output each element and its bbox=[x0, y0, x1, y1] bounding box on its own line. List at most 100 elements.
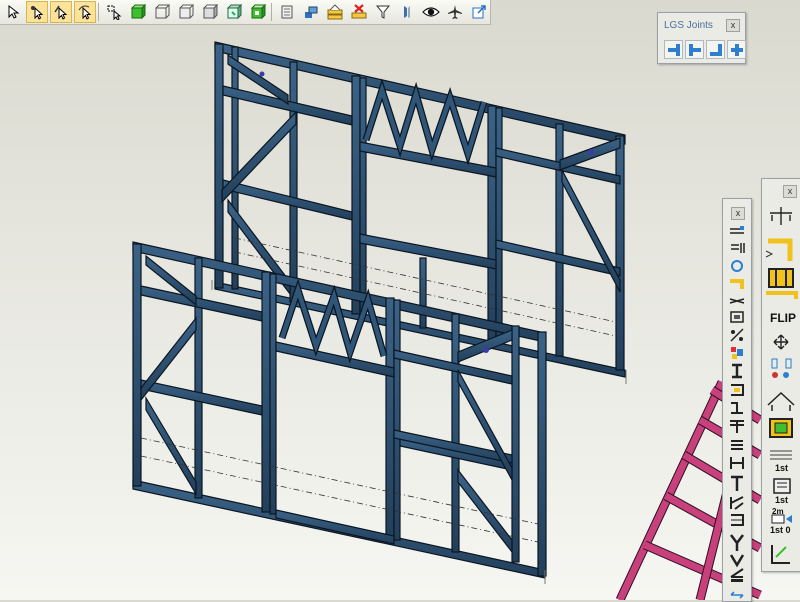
tool-slope-icon[interactable] bbox=[730, 496, 744, 510]
airplane-icon bbox=[448, 5, 462, 19]
layer-icon bbox=[281, 5, 293, 19]
tool-swap-icon[interactable] bbox=[771, 358, 792, 378]
joint-t-left-icon bbox=[667, 43, 680, 56]
select-point-icon bbox=[31, 6, 44, 20]
tool-rotate-icon[interactable] bbox=[731, 260, 743, 272]
select-arrow-button[interactable] bbox=[2, 1, 24, 23]
shaded-view-button[interactable] bbox=[199, 1, 221, 23]
tool-colored-joint-icon[interactable] bbox=[731, 347, 743, 359]
layer-button[interactable] bbox=[276, 1, 298, 23]
joint-t-left-button[interactable] bbox=[664, 40, 683, 59]
framing-tools-panel: x bbox=[722, 198, 752, 602]
tool-angle-insert-icon[interactable] bbox=[730, 568, 744, 582]
box-view-icon bbox=[250, 4, 266, 20]
close-button[interactable]: x bbox=[726, 19, 740, 32]
report-button[interactable] bbox=[300, 1, 322, 23]
select-node-icon bbox=[54, 5, 68, 20]
tool-nogging-icon[interactable] bbox=[731, 402, 743, 414]
joint-t-right-button[interactable] bbox=[685, 40, 704, 59]
toolbar-separator bbox=[98, 3, 99, 21]
visibility-button[interactable] bbox=[420, 1, 442, 23]
connector-node bbox=[588, 149, 594, 155]
tool-l-angle-icon[interactable] bbox=[731, 475, 743, 491]
stack-button[interactable] bbox=[324, 1, 346, 23]
select-node-button[interactable] bbox=[50, 1, 72, 23]
delete-icon bbox=[351, 4, 367, 19]
wireframe-view-button[interactable] bbox=[151, 1, 173, 23]
export-button[interactable] bbox=[468, 1, 490, 23]
tool-percent-icon[interactable] bbox=[730, 328, 744, 342]
filter-icon bbox=[375, 5, 391, 19]
report-icon bbox=[305, 6, 318, 18]
eye-icon bbox=[422, 7, 440, 17]
hidden-line-button[interactable] bbox=[175, 1, 197, 23]
tool-cut-icon[interactable] bbox=[729, 298, 745, 304]
delete-button[interactable] bbox=[348, 1, 370, 23]
select-window-icon bbox=[107, 5, 122, 20]
fly-view-button[interactable] bbox=[444, 1, 466, 23]
joint-cross-button[interactable] bbox=[727, 40, 746, 59]
lgs-joints-panel: LGS Joints x bbox=[657, 12, 746, 64]
joint-l-icon bbox=[709, 43, 722, 56]
joint-l-button[interactable] bbox=[706, 40, 725, 59]
tool-floor-icon[interactable] bbox=[773, 478, 791, 494]
select-point-button[interactable] bbox=[26, 1, 48, 23]
first-level-label: 1st bbox=[775, 495, 789, 505]
connector-node bbox=[259, 71, 265, 77]
textured-view-button[interactable] bbox=[223, 1, 245, 23]
tool-yellow-track-icon[interactable] bbox=[730, 279, 744, 289]
select-window-button[interactable] bbox=[103, 1, 125, 23]
tool-move-icon[interactable] bbox=[773, 334, 789, 350]
tool-flip-arrows-icon[interactable] bbox=[730, 591, 744, 599]
tool-i-stud-icon[interactable] bbox=[732, 363, 742, 379]
joint-cross-icon bbox=[730, 43, 743, 56]
tool-opening-panel-icon[interactable] bbox=[769, 418, 793, 438]
tool-track-icon[interactable] bbox=[731, 384, 744, 396]
export-icon bbox=[472, 5, 486, 19]
panel-title: LGS Joints bbox=[664, 20, 713, 31]
tool-corner-wall-icon[interactable] bbox=[771, 545, 790, 564]
joint-t-right-icon bbox=[688, 43, 701, 56]
connector-node bbox=[483, 347, 489, 353]
tool-stud-insert-icon[interactable] bbox=[731, 243, 745, 253]
tool-stud-spacing-icon[interactable] bbox=[730, 226, 744, 234]
select-edit-button[interactable] bbox=[74, 1, 96, 23]
select-arrow-icon bbox=[8, 4, 20, 19]
tool-channel-icon[interactable] bbox=[731, 514, 744, 526]
box-view-button[interactable] bbox=[247, 1, 269, 23]
textured-box-icon bbox=[226, 4, 242, 20]
framing-tools-icons bbox=[729, 226, 745, 599]
wire-box-icon bbox=[155, 4, 170, 19]
tool-flip-icon[interactable] bbox=[766, 291, 798, 299]
tool-v-brace-icon[interactable] bbox=[729, 554, 745, 568]
dimension-label: 2m bbox=[772, 507, 784, 516]
tool-wall-panel-icon[interactable] bbox=[768, 268, 794, 288]
first-level-label: 1st 0 bbox=[770, 525, 791, 535]
edit-tools-panel: x FLIP 1st 1st 2m 1st 0 bbox=[761, 178, 800, 572]
profile-button[interactable] bbox=[396, 1, 418, 23]
tool-header-icon[interactable] bbox=[730, 420, 744, 433]
main-toolbar bbox=[0, 0, 491, 25]
profile-icon bbox=[404, 6, 410, 18]
tool-lines-icon[interactable] bbox=[770, 450, 792, 460]
toolbar-separator bbox=[271, 3, 272, 21]
joint-button-row bbox=[664, 40, 748, 59]
solid-view-button[interactable] bbox=[127, 1, 149, 23]
tool-joint-h-icon[interactable] bbox=[730, 457, 744, 469]
model-viewport[interactable] bbox=[0, 0, 800, 600]
tool-y-brace-icon[interactable] bbox=[730, 534, 744, 551]
tool-level-icon[interactable] bbox=[771, 514, 792, 524]
solid-green-box-icon bbox=[130, 4, 146, 20]
stack-icon bbox=[327, 4, 343, 20]
shaded-box-icon bbox=[202, 4, 218, 20]
filter-button[interactable] bbox=[372, 1, 394, 23]
tool-dimension-icon[interactable] bbox=[770, 207, 792, 225]
tool-lintel-icon[interactable] bbox=[731, 440, 743, 450]
front-wall-frame bbox=[132, 241, 547, 579]
flip-button[interactable]: FLIP bbox=[770, 311, 796, 325]
tool-roof-icon[interactable] bbox=[767, 391, 795, 411]
select-edit-icon bbox=[78, 5, 92, 20]
tool-box-icon[interactable] bbox=[730, 311, 744, 323]
tool-yellow-corner-icon[interactable] bbox=[765, 238, 793, 261]
first-level-label: 1st bbox=[775, 463, 789, 473]
